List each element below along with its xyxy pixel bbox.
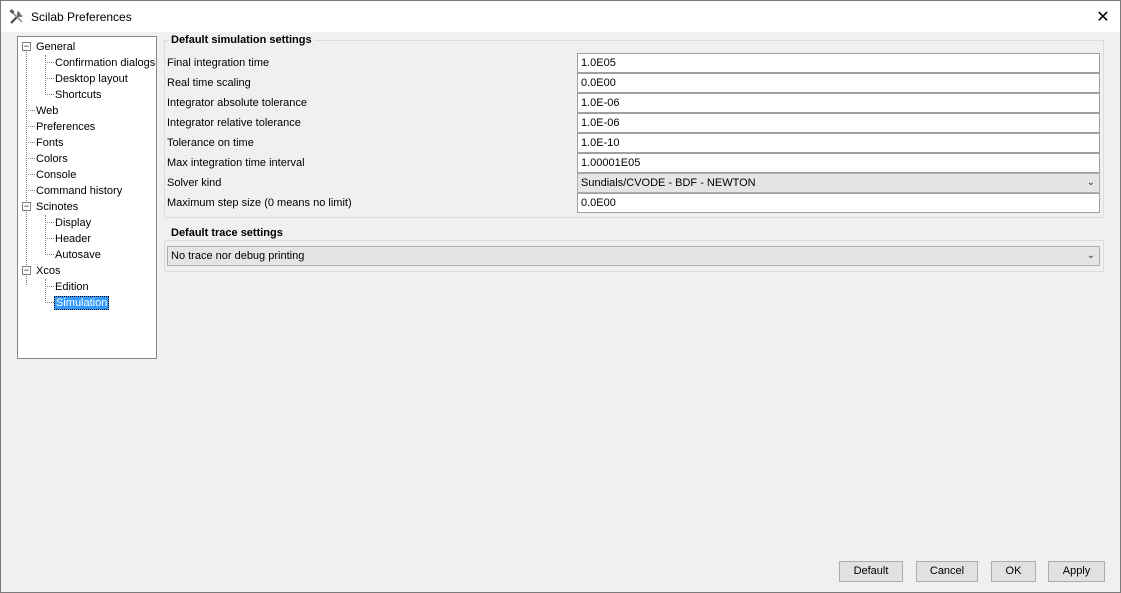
tree-item-command-history[interactable]: Command history bbox=[35, 183, 123, 199]
apply-button[interactable]: Apply bbox=[1048, 561, 1105, 582]
tolerance-on-time-field[interactable]: 1.0E-10 bbox=[577, 133, 1100, 153]
expander-xcos[interactable]: − bbox=[22, 266, 31, 275]
ok-button[interactable]: OK bbox=[991, 561, 1036, 582]
tree-item-label: Header bbox=[55, 233, 92, 245]
tree-item-label: Edition bbox=[55, 281, 89, 293]
tree-h bbox=[45, 222, 54, 223]
abs-tolerance-field[interactable]: 1.0E-06 bbox=[577, 93, 1100, 113]
tree-item-label: Console bbox=[36, 169, 77, 181]
cancel-button[interactable]: Cancel bbox=[916, 561, 978, 582]
tree-item-label: Scinotes bbox=[36, 201, 79, 213]
tree-item-colors[interactable]: Colors bbox=[35, 151, 69, 167]
tree-item-label: Command history bbox=[36, 185, 123, 197]
tree-h bbox=[45, 78, 54, 79]
tree-item-display[interactable]: Display bbox=[54, 215, 92, 231]
simulation-settings-title: Default simulation settings bbox=[169, 34, 314, 46]
tree-h bbox=[45, 302, 54, 303]
tree-h bbox=[45, 62, 54, 63]
tree-item-label: Colors bbox=[36, 153, 68, 165]
tree-item-header[interactable]: Header bbox=[54, 231, 92, 247]
chevron-down-icon: ⌄ bbox=[1086, 250, 1095, 261]
real-time-scaling-field[interactable]: 0.0E00 bbox=[577, 73, 1100, 93]
tree-item-simulation[interactable]: Simulation bbox=[54, 295, 110, 311]
trace-settings-title: Default trace settings bbox=[169, 227, 285, 239]
tree-item-label: Confirmation dialogs bbox=[55, 57, 156, 69]
tree-h bbox=[45, 254, 54, 255]
real-time-scaling-label: Real time scaling bbox=[167, 77, 251, 89]
tree-item-confirmation-dialogs[interactable]: Confirmation dialogs bbox=[54, 55, 156, 71]
expander-general[interactable]: − bbox=[22, 42, 31, 51]
solver-kind-label: Solver kind bbox=[167, 177, 222, 189]
preferences-tree[interactable]: − − − General Confirmation dialogs Deskt… bbox=[17, 36, 157, 359]
max-step-size-field[interactable]: 0.0E00 bbox=[577, 193, 1100, 213]
tree-h bbox=[26, 142, 35, 143]
tree-h bbox=[26, 174, 35, 175]
tree-item-label: General bbox=[36, 41, 76, 53]
tree-h bbox=[45, 238, 54, 239]
expander-scinotes[interactable]: − bbox=[22, 202, 31, 211]
final-integration-time-field[interactable]: 1.0E05 bbox=[577, 53, 1100, 73]
rel-tolerance-label: Integrator relative tolerance bbox=[167, 117, 301, 129]
tree-line-root bbox=[26, 49, 27, 285]
window-title: Scilab Preferences bbox=[31, 9, 132, 24]
tree-item-scinotes[interactable]: Scinotes bbox=[35, 199, 79, 215]
tree-item-label: Desktop layout bbox=[55, 73, 128, 85]
default-button[interactable]: Default bbox=[839, 561, 903, 582]
abs-tolerance-label: Integrator absolute tolerance bbox=[167, 97, 308, 109]
tree-h bbox=[45, 94, 54, 95]
tree-h bbox=[26, 158, 35, 159]
tree-item-shortcuts[interactable]: Shortcuts bbox=[54, 87, 102, 103]
tree-item-xcos[interactable]: Xcos bbox=[35, 263, 61, 279]
tree-item-desktop-layout[interactable]: Desktop layout bbox=[54, 71, 129, 87]
tree-item-label: Shortcuts bbox=[55, 89, 102, 101]
tolerance-on-time-label: Tolerance on time bbox=[167, 137, 254, 149]
chevron-down-icon: ⌄ bbox=[1086, 177, 1095, 188]
solver-kind-value: Sundials/CVODE - BDF - NEWTON bbox=[581, 177, 756, 189]
tree-item-console[interactable]: Console bbox=[35, 167, 77, 183]
tree-item-label: Fonts bbox=[36, 137, 64, 149]
tree-line-xcos bbox=[45, 279, 46, 303]
title-bar[interactable]: Scilab Preferences ✕ bbox=[1, 1, 1120, 32]
close-button[interactable]: ✕ bbox=[1086, 1, 1120, 32]
tree-item-label: Autosave bbox=[55, 249, 101, 261]
tree-item-general[interactable]: General bbox=[35, 39, 76, 55]
solver-kind-select[interactable]: Sundials/CVODE - BDF - NEWTON ⌄ bbox=[577, 173, 1100, 193]
trace-level-value: No trace nor debug printing bbox=[171, 250, 305, 262]
tree-item-label: Simulation bbox=[54, 296, 110, 310]
tree-item-edition[interactable]: Edition bbox=[54, 279, 90, 295]
tree-item-preferences[interactable]: Preferences bbox=[35, 119, 96, 135]
tree-item-label: Display bbox=[55, 217, 92, 229]
max-integration-interval-field[interactable]: 1.00001E05 bbox=[577, 153, 1100, 173]
tree-h bbox=[26, 110, 35, 111]
close-icon: ✕ bbox=[1096, 8, 1110, 26]
rel-tolerance-field[interactable]: 1.0E-06 bbox=[577, 113, 1100, 133]
max-step-size-label: Maximum step size (0 means no limit) bbox=[167, 197, 352, 209]
tree-item-autosave[interactable]: Autosave bbox=[54, 247, 102, 263]
preferences-window: Scilab Preferences ✕ − − − General Confi… bbox=[0, 0, 1121, 593]
max-integration-interval-label: Max integration time interval bbox=[167, 157, 305, 169]
tree-item-label: Web bbox=[36, 105, 59, 117]
tree-item-fonts[interactable]: Fonts bbox=[35, 135, 65, 151]
tree-item-label: Xcos bbox=[36, 265, 61, 277]
tree-item-web[interactable]: Web bbox=[35, 103, 59, 119]
tree-h bbox=[26, 190, 35, 191]
tree-line-scinotes bbox=[45, 215, 46, 255]
tree-item-label: Preferences bbox=[36, 121, 96, 133]
tree-h bbox=[26, 126, 35, 127]
trace-level-select[interactable]: No trace nor debug printing ⌄ bbox=[167, 246, 1100, 266]
tree-h bbox=[45, 286, 54, 287]
tree-line-general bbox=[45, 55, 46, 95]
final-integration-time-label: Final integration time bbox=[167, 57, 270, 69]
tools-icon bbox=[9, 8, 23, 24]
